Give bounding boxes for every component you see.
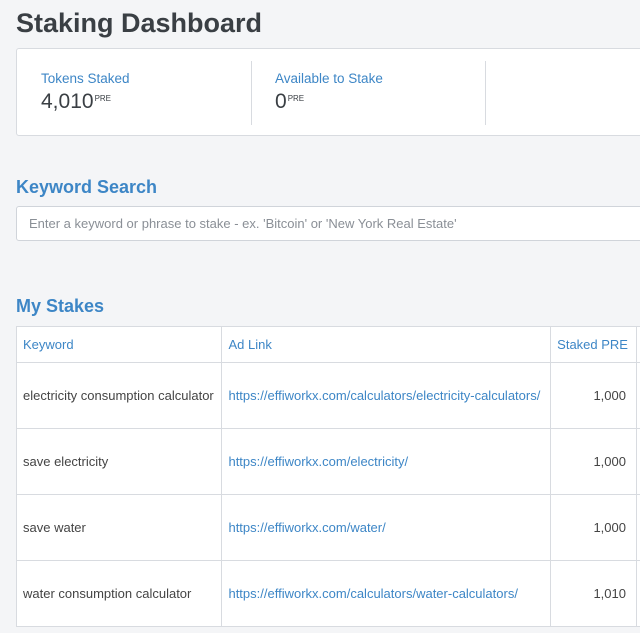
column-header-staked-pre[interactable]: Staked PRE [550, 326, 637, 363]
available-to-stake-value: 0PRE [275, 90, 305, 113]
extra-cell [636, 428, 640, 495]
extra-cell [636, 560, 640, 627]
column-header-extra [636, 326, 640, 363]
ad-link-cell: https://effiworkx.com/calculators/water-… [221, 560, 552, 627]
table-row: save electricity https://effiworkx.com/e… [15, 428, 640, 495]
extra-cell [636, 362, 640, 429]
keyword-search-title: Keyword Search [16, 177, 158, 197]
tokens-staked-value: 4,010PRE [41, 90, 112, 113]
table-header-row: Keyword Ad Link Staked PRE [15, 326, 640, 363]
staked-pre-cell: 1,010 [550, 560, 637, 627]
ad-link-cell: https://effiworkx.com/calculators/electr… [221, 362, 552, 429]
column-header-keyword[interactable]: Keyword [15, 326, 223, 363]
keyword-search-input[interactable] [16, 206, 640, 241]
ad-link[interactable]: https://effiworkx.com/water/ [228, 520, 385, 535]
stakes-table: Keyword Ad Link Staked PRE electricity c… [15, 326, 640, 627]
tokens-staked-unit: PRE [94, 94, 112, 103]
stat-empty [485, 49, 640, 135]
tokens-staked-label: Tokens Staked [41, 71, 130, 86]
table-row: electricity consumption calculator https… [15, 362, 640, 429]
tokens-staked-stat: Tokens Staked 4,010PRE [17, 49, 251, 135]
keyword-cell: save water [15, 494, 223, 561]
extra-cell [636, 494, 640, 561]
ad-link[interactable]: https://effiworkx.com/calculators/electr… [228, 388, 540, 403]
keyword-cell: electricity consumption calculator [15, 362, 223, 429]
staked-pre-cell: 1,000 [550, 362, 637, 429]
ad-link-cell: https://effiworkx.com/electricity/ [221, 428, 552, 495]
keyword-cell: save electricity [15, 428, 223, 495]
ad-link-cell: https://effiworkx.com/water/ [221, 494, 552, 561]
table-row: water consumption calculator https://eff… [15, 560, 640, 627]
available-to-stake-unit: PRE [287, 94, 305, 103]
staked-pre-cell: 1,000 [550, 494, 637, 561]
available-to-stake-stat: Available to Stake 0PRE [251, 49, 485, 135]
page-title: Staking Dashboard [16, 8, 263, 38]
my-stakes-title: My Stakes [16, 296, 105, 316]
available-to-stake-label: Available to Stake [275, 71, 383, 86]
column-header-ad-link[interactable]: Ad Link [221, 326, 552, 363]
table-row: save water https://effiworkx.com/water/ … [15, 494, 640, 561]
staked-pre-cell: 1,000 [550, 428, 637, 495]
stats-card: Tokens Staked 4,010PRE Available to Stak… [16, 48, 640, 136]
ad-link[interactable]: https://effiworkx.com/electricity/ [228, 454, 408, 469]
ad-link[interactable]: https://effiworkx.com/calculators/water-… [228, 586, 517, 601]
keyword-cell: water consumption calculator [15, 560, 223, 627]
